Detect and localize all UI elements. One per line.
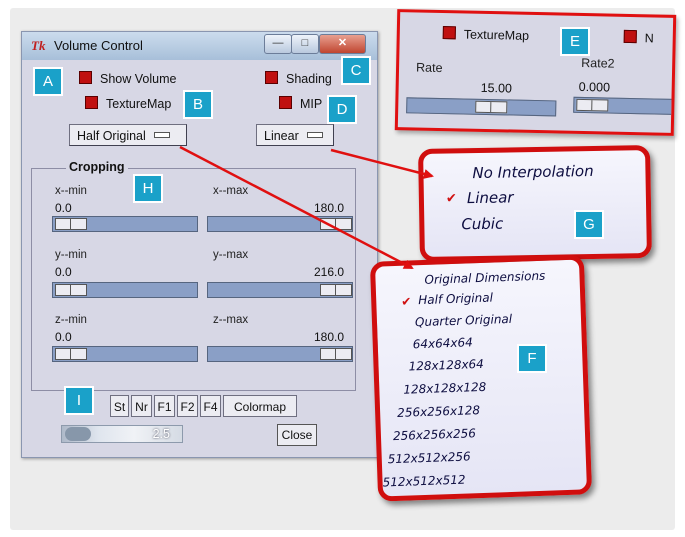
callout-badge-a: A [33,67,63,96]
callout-badge-h: H [133,174,163,203]
callout-badge-f: F [517,344,547,373]
callout-badge-d: D [327,95,357,124]
annotated-screenshot: Tk Volume Control — □ ✕ Show Volume Shad… [0,0,685,537]
callout-badge-e: E [560,27,590,56]
arrow-to-dimensions-menu [179,145,414,270]
callout-badge-b: B [183,90,213,119]
arrow-to-interpolation-menu [330,148,434,179]
callout-badge-c: C [341,56,371,85]
callout-badge-i: I [64,386,94,415]
callout-badge-g: G [574,210,604,239]
